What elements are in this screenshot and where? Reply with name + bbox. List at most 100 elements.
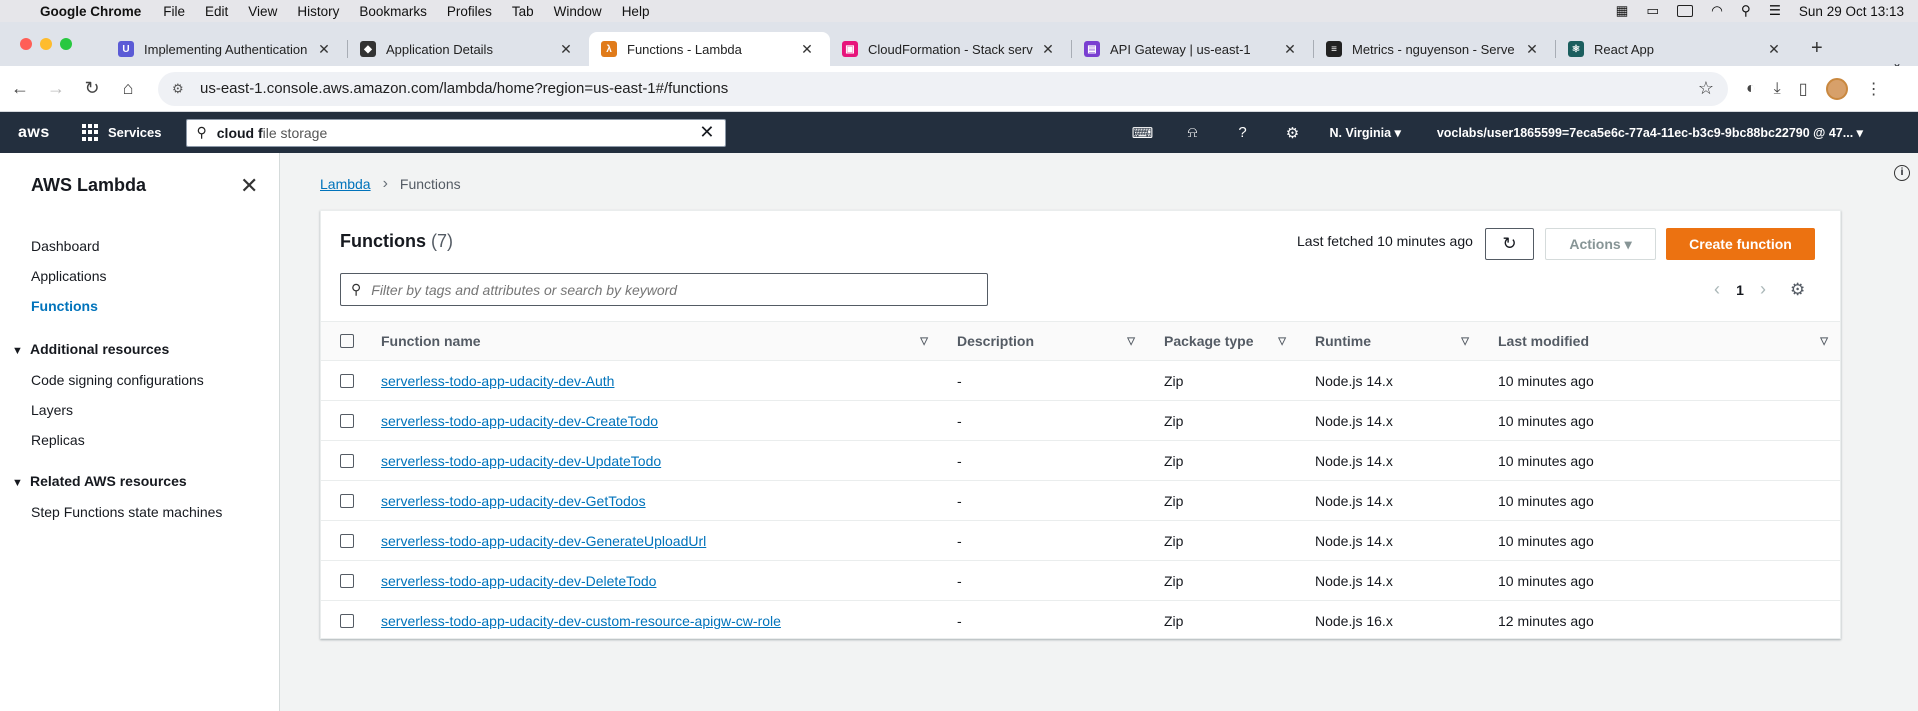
menu-edit[interactable]: Edit <box>205 4 228 19</box>
sidebar-item-layers[interactable]: Layers <box>31 402 73 418</box>
column-last-modified[interactable]: Last modified ▽ <box>1481 333 1840 349</box>
prev-page-icon[interactable]: ‹ <box>1706 279 1728 300</box>
tab-cloudformation[interactable]: ▣ CloudFormation - Stack serv ✕ <box>830 32 1071 66</box>
next-page-icon[interactable]: › <box>1752 279 1774 300</box>
tab-functions-lambda[interactable]: λ Functions - Lambda ✕ <box>589 32 830 66</box>
display-icon[interactable]: ▭ <box>1646 3 1659 19</box>
menu-bookmarks[interactable]: Bookmarks <box>359 4 427 19</box>
column-function-name[interactable]: Function name ▽ <box>364 333 940 349</box>
function-name-link[interactable]: serverless-todo-app-udacity-dev-UpdateTo… <box>381 453 661 469</box>
menu-tab[interactable]: Tab <box>512 4 534 19</box>
select-all-checkbox[interactable] <box>340 334 354 348</box>
section-related-aws-resources[interactable]: ▼ Related AWS resources <box>12 473 187 489</box>
menu-window[interactable]: Window <box>554 4 602 19</box>
row-checkbox[interactable] <box>340 573 354 588</box>
function-name-link[interactable]: serverless-todo-app-udacity-dev-CreateTo… <box>381 413 658 429</box>
address-bar[interactable]: ⚙ us-east-1.console.aws.amazon.com/lambd… <box>158 71 1728 106</box>
stage-manager-icon[interactable]: ▦ <box>1616 3 1629 19</box>
column-runtime[interactable]: Runtime ▽ <box>1298 333 1481 349</box>
sidebar-item-applications[interactable]: Applications <box>31 268 107 284</box>
reload-icon[interactable]: ↻ <box>76 78 108 99</box>
info-panel-icon[interactable]: i <box>1894 165 1910 181</box>
sort-caret-icon[interactable]: ▽ <box>1461 336 1469 347</box>
spotlight-search-icon[interactable]: ⚲ <box>1741 3 1751 19</box>
row-checkbox[interactable] <box>340 453 354 468</box>
sort-caret-icon[interactable]: ▽ <box>920 336 928 347</box>
sort-caret-icon[interactable]: ▽ <box>1127 336 1135 347</box>
filter-input[interactable] <box>371 281 977 298</box>
sidebar-item-replicas[interactable]: Replicas <box>31 432 85 448</box>
menu-help[interactable]: Help <box>622 4 650 19</box>
function-name-link[interactable]: serverless-todo-app-udacity-dev-Generate… <box>381 533 706 549</box>
menu-profiles[interactable]: Profiles <box>447 4 492 19</box>
help-icon[interactable]: ? <box>1218 124 1268 141</box>
close-tab-icon[interactable]: ✕ <box>315 41 333 58</box>
table-settings-gear-icon[interactable]: ⚙ <box>1790 280 1805 300</box>
filter-search-field[interactable]: ⚲ <box>340 273 988 306</box>
sort-caret-icon[interactable]: ▽ <box>1278 336 1286 347</box>
bookmark-star-icon[interactable]: ☆ <box>1698 78 1714 99</box>
zoom-window-button[interactable] <box>60 38 72 50</box>
create-function-button[interactable]: Create function <box>1666 228 1815 260</box>
site-info-icon[interactable]: ⚙ <box>172 81 190 97</box>
download-icon[interactable]: ⤓ <box>1774 80 1781 98</box>
tab-implementing-authentication[interactable]: U Implementing Authentication ✕ <box>106 32 347 66</box>
minimize-window-button[interactable] <box>40 38 52 50</box>
sidebar-item-step-functions[interactable]: Step Functions state machines <box>31 504 222 520</box>
close-tab-icon[interactable]: ✕ <box>1281 41 1299 58</box>
tab-react-app[interactable]: ⚛ React App ✕ <box>1556 32 1797 66</box>
actions-dropdown[interactable]: Actions ▾ <box>1545 228 1656 260</box>
row-checkbox[interactable] <box>340 493 354 508</box>
aws-search-input[interactable]: ⚲ cloud f ile storage ✕ <box>185 118 726 147</box>
tab-application-details[interactable]: ◆ Application Details ✕ <box>348 32 589 66</box>
close-sidebar-icon[interactable]: ✕ <box>240 173 258 199</box>
services-grid-icon[interactable] <box>82 123 100 142</box>
sidebar-item-dashboard[interactable]: Dashboard <box>31 238 100 254</box>
breadcrumb-lambda-link[interactable]: Lambda <box>320 176 371 192</box>
sidebar-item-functions[interactable]: Functions <box>31 298 98 314</box>
wifi-icon[interactable]: ◠ <box>1711 3 1723 19</box>
function-name-link[interactable]: serverless-todo-app-udacity-dev-Auth <box>381 373 614 389</box>
close-tab-icon[interactable]: ✕ <box>798 41 816 58</box>
row-checkbox[interactable] <box>340 373 354 388</box>
new-tab-icon[interactable]: + <box>1811 37 1823 60</box>
services-menu[interactable]: Services <box>108 125 162 140</box>
function-name-link[interactable]: serverless-todo-app-udacity-dev-GetTodos <box>381 493 646 509</box>
home-icon[interactable]: ⌂ <box>112 78 144 99</box>
cloudshell-icon[interactable]: ⌨ <box>1118 124 1168 142</box>
sort-caret-icon[interactable]: ▽ <box>1820 336 1828 347</box>
menu-app-name[interactable]: Google Chrome <box>40 4 141 19</box>
column-package-type[interactable]: Package type ▽ <box>1147 333 1298 349</box>
notifications-bell-icon[interactable]: ⍾ <box>1168 124 1218 141</box>
current-page[interactable]: 1 <box>1728 282 1752 298</box>
refresh-button[interactable]: ↻ <box>1485 228 1534 260</box>
function-name-link[interactable]: serverless-todo-app-udacity-dev-custom-r… <box>381 613 781 629</box>
back-arrow-icon[interactable]: ← <box>4 78 36 99</box>
tab-api-gateway[interactable]: ▤ API Gateway | us-east-1 ✕ <box>1072 32 1313 66</box>
tab-metrics[interactable]: ≡ Metrics - nguyenson - Serve ✕ <box>1314 32 1555 66</box>
kebab-menu-icon[interactable]: ⋮ <box>1866 79 1882 99</box>
close-tab-icon[interactable]: ✕ <box>1039 41 1057 58</box>
aws-logo[interactable]: aws <box>18 124 52 142</box>
settings-gear-icon[interactable]: ⚙ <box>1268 124 1318 142</box>
column-description[interactable]: Description ▽ <box>940 333 1147 349</box>
close-tab-icon[interactable]: ✕ <box>1765 41 1783 58</box>
row-checkbox[interactable] <box>340 413 354 428</box>
side-panel-icon[interactable]: ▯ <box>1799 79 1808 99</box>
control-center-icon[interactable]: ☰ <box>1769 3 1781 19</box>
row-checkbox[interactable] <box>340 614 354 628</box>
clear-search-icon[interactable]: ✕ <box>699 122 714 143</box>
battery-icon[interactable] <box>1677 5 1694 17</box>
region-selector[interactable]: N. Virginia ▾ <box>1330 125 1401 140</box>
section-additional-resources[interactable]: ▼ Additional resources <box>12 341 169 357</box>
account-menu[interactable]: voclabs/user1865599=7eca5e6c-77a4-11ec-b… <box>1437 125 1863 140</box>
close-tab-icon[interactable]: ✕ <box>1523 41 1541 58</box>
close-window-button[interactable] <box>20 38 32 50</box>
menu-view[interactable]: View <box>248 4 277 19</box>
profile-avatar[interactable] <box>1825 77 1848 100</box>
close-tab-icon[interactable]: ✕ <box>557 41 575 58</box>
forward-arrow-icon[interactable]: → <box>40 78 72 99</box>
sidebar-item-code-signing[interactable]: Code signing configurations <box>31 372 204 388</box>
extension-icon[interactable]: ◐ <box>1746 80 1756 98</box>
menu-file[interactable]: File <box>163 4 185 19</box>
